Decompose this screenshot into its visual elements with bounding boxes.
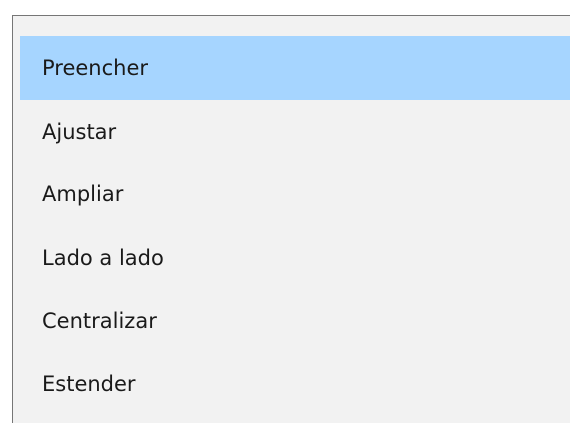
wallpaper-fit-dropdown-list: Preencher Ajustar Ampliar Lado a lado Ce…: [12, 15, 570, 423]
option-lado-a-lado[interactable]: Lado a lado: [20, 226, 570, 290]
option-centralizar[interactable]: Centralizar: [20, 289, 570, 353]
option-ampliar[interactable]: Ampliar: [20, 162, 570, 226]
option-ajustar[interactable]: Ajustar: [20, 100, 570, 164]
option-preencher[interactable]: Preencher: [20, 36, 570, 100]
option-estender[interactable]: Estender: [20, 352, 570, 416]
